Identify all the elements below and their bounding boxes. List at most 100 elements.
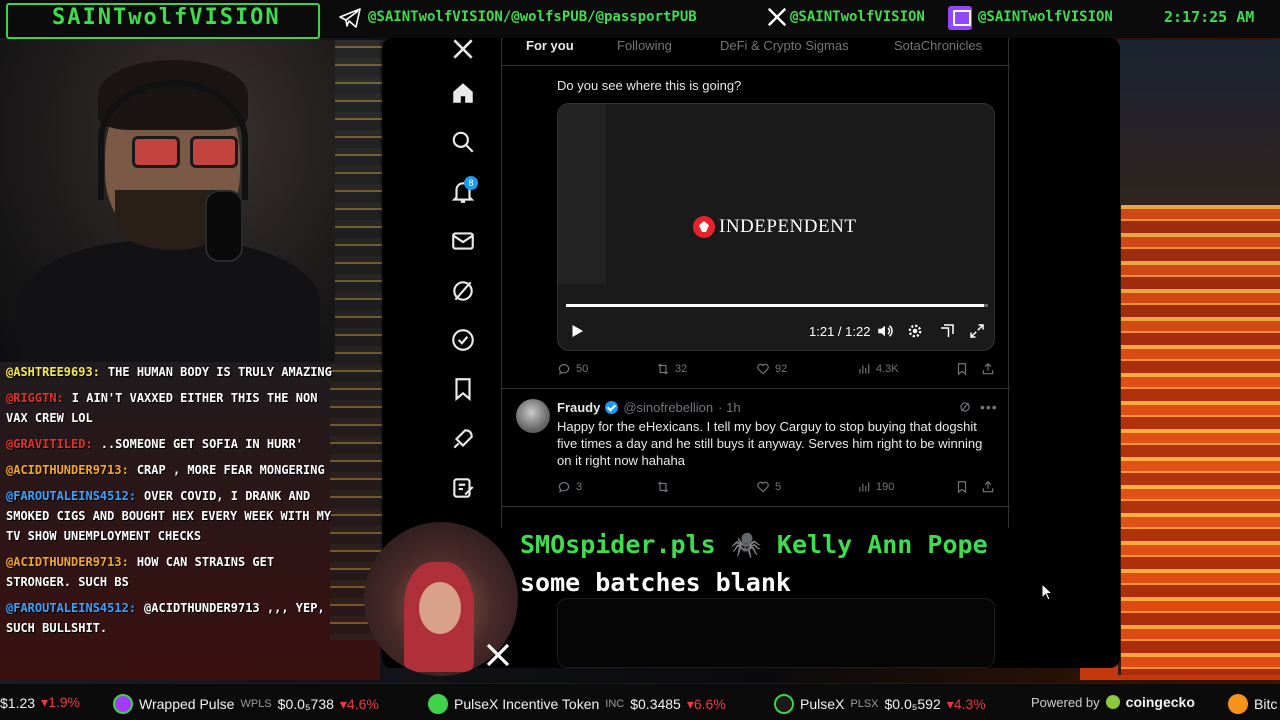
share-button[interactable] — [981, 362, 995, 376]
volume-icon[interactable] — [876, 322, 894, 340]
x-logo-icon[interactable] — [450, 38, 476, 62]
brand-title: SAINTwolfVISION — [52, 5, 281, 30]
ticker-change: ▾4.6% — [339, 695, 379, 712]
chat-username: @ASHTREE9693: — [6, 365, 100, 379]
tab-defi-crypto-sigmas[interactable]: DeFi & Crypto Sigmas — [720, 38, 849, 53]
author-handle[interactable]: @sinofrebellion — [623, 400, 713, 415]
share-button[interactable] — [981, 480, 995, 494]
like-count: 5 — [775, 481, 782, 493]
video-frame-edge — [558, 104, 606, 284]
verified-badge-icon — [605, 401, 619, 414]
ticker-price: $0.3485 — [630, 696, 681, 712]
background-fire-window — [1118, 205, 1280, 675]
chat-message: @ACIDTHUNDER9713: CRAP , MORE FEAR MONGER… — [6, 460, 336, 480]
chat-username: @FAROUTALEINS4512: — [6, 601, 137, 615]
clock: 2:17:25 AM — [1164, 8, 1255, 26]
x-timeline: For you Following DeFi & Crypto Sigmas S… — [501, 38, 1010, 528]
compose-icon[interactable] — [450, 475, 476, 501]
video-progress-bar[interactable] — [566, 304, 988, 307]
ticker-symbol: PLSX — [850, 698, 879, 710]
bookmark-button[interactable] — [955, 480, 969, 494]
twitch-handle: @SAINTwolfVISION — [978, 9, 1113, 25]
tab-sotachronicles[interactable]: SotaChronicles — [894, 38, 982, 53]
ticker-price: $1.23 — [0, 694, 36, 711]
like-button[interactable]: 5 — [756, 480, 781, 494]
stream-chat: @ASHTREE9693: THE HUMAN BODY IS TRULY AMA… — [6, 362, 336, 644]
bookmark-icon — [957, 481, 967, 494]
alert-avatar-face — [419, 582, 461, 634]
chat-text: THE HUMAN BODY IS TRULY AMAZING — [107, 365, 332, 379]
chat-username: @FAROUTALEINS4512: — [6, 489, 137, 503]
timeline-tabs: For you Following DeFi & Crypto Sigmas S… — [502, 38, 1010, 66]
grok-action-icon[interactable] — [958, 400, 972, 414]
ticker-name: PulseX Incentive Token — [454, 696, 600, 712]
settings-gear-icon[interactable] — [906, 322, 924, 340]
views-button[interactable]: 4.3K — [857, 362, 899, 376]
telegram-handle: @SAINTwolfVISION/@wolfsPUB/@passportPUB — [368, 9, 697, 25]
more-options-icon[interactable]: ••• — [980, 399, 998, 415]
repost-button[interactable]: 32 — [656, 362, 687, 376]
ticker-item: Wrapped Pulse WPLS $0.0₅738 ▾4.6% — [113, 694, 379, 714]
coin-icon — [113, 694, 133, 714]
stream-overlay: SAINTwolfVISION @SAINTwolfVISION/@wolfsP… — [0, 0, 1280, 720]
rocket-icon[interactable] — [450, 426, 476, 452]
chat-message: @ACIDTHUNDER9713: HOW CAN STRAINS GET STR… — [6, 552, 336, 592]
grok-icon[interactable] — [450, 278, 476, 304]
reply-button[interactable]: 50 — [557, 362, 588, 376]
tweet-actions: 50 32 92 4.3K — [557, 362, 997, 380]
notification-badge: 8 — [464, 176, 478, 190]
ticker-item: $1.23 ▾1.9% — [0, 694, 80, 711]
tweet-actions: 3 5 190 — [557, 480, 997, 498]
coingecko-brand: coingecko — [1125, 694, 1195, 710]
telegram-icon — [338, 6, 362, 30]
chat-username: @ACIDTHUNDER9713: — [6, 463, 129, 477]
eagle-icon — [693, 216, 715, 238]
fullscreen-icon[interactable] — [968, 322, 986, 340]
ticker-item: Bitc — [1228, 694, 1277, 714]
mail-icon[interactable] — [450, 228, 476, 254]
tab-for-you[interactable]: For you — [526, 38, 574, 53]
view-count: 4.3K — [876, 363, 899, 375]
ticker-price: $0.0₅592 — [884, 696, 941, 712]
share-icon — [982, 362, 994, 375]
ticker-change: ▾4.3% — [946, 695, 986, 712]
tweet-author: Fraudy @sinofrebellion · 1h — [557, 400, 741, 415]
repost-button[interactable] — [656, 480, 675, 494]
ticker-symbol: WPLS — [240, 698, 272, 710]
coin-icon — [774, 694, 794, 714]
avatar[interactable] — [516, 399, 550, 433]
powered-by: Powered by coingecko — [1031, 694, 1195, 710]
coingecko-icon — [1105, 695, 1120, 709]
share-icon — [982, 480, 994, 493]
reply-button[interactable]: 3 — [557, 480, 582, 494]
like-button[interactable]: 92 — [756, 362, 787, 376]
alert-message: some batches blank — [520, 568, 791, 597]
bookmark-button[interactable] — [955, 362, 969, 376]
chat-username: @ACIDTHUNDER9713: — [6, 555, 129, 569]
video-player[interactable]: INDEPENDENT 1:21 / 1:22 — [557, 103, 995, 351]
faded-video-card — [557, 598, 995, 668]
chat-message: @GRAVITILED: ..SOMEONE GET SOFIA IN HURR' — [6, 434, 336, 454]
views-icon — [859, 482, 870, 492]
play-icon[interactable] — [568, 322, 586, 340]
chat-message: @ASHTREE9693: THE HUMAN BODY IS TRULY AMA… — [6, 362, 336, 382]
verified-icon[interactable] — [450, 327, 476, 353]
views-button[interactable]: 190 — [857, 480, 894, 494]
streamer-torso — [20, 240, 320, 362]
home-icon[interactable] — [450, 80, 476, 106]
independent-logo: INDEPENDENT — [693, 216, 856, 238]
tab-following[interactable]: Following — [617, 38, 672, 53]
top-banner: SAINTwolfVISION @SAINTwolfVISION/@wolfsP… — [0, 0, 1280, 39]
picture-in-picture-icon[interactable] — [938, 322, 956, 340]
search-icon[interactable] — [450, 129, 476, 155]
views-icon — [859, 364, 870, 374]
bookmark-icon[interactable] — [450, 376, 476, 402]
powered-by-label: Powered by — [1031, 694, 1100, 710]
chat-message: @FAROUTALEINS4512: OVER COVID, I DRANK AN… — [6, 486, 336, 546]
sunglasses — [132, 136, 240, 170]
alert-username: SMOspider.pls 🕷️ Kelly Ann Pope — [520, 530, 988, 559]
video-progress-fill — [566, 304, 984, 307]
reply-icon — [558, 482, 570, 493]
author-name[interactable]: Fraudy — [557, 400, 600, 415]
heart-icon — [757, 481, 769, 493]
